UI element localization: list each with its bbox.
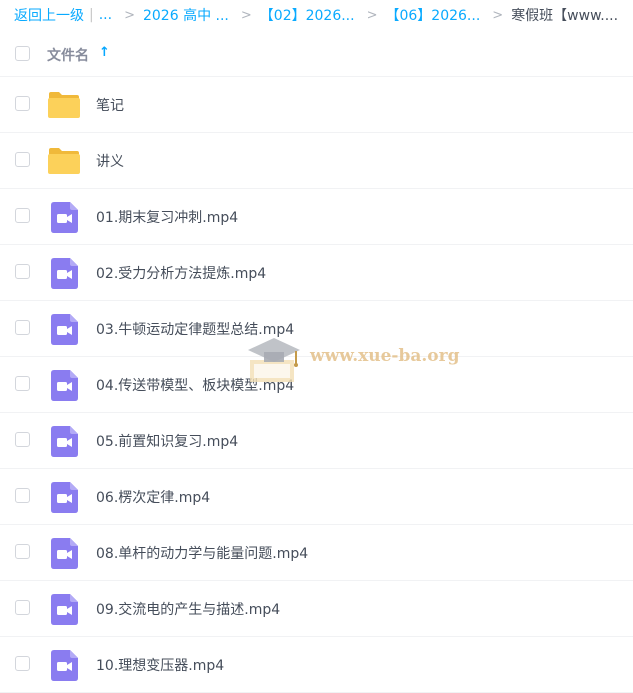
folder-icon xyxy=(47,91,81,119)
row-checkbox[interactable] xyxy=(15,656,30,671)
video-file-icon xyxy=(51,594,78,625)
breadcrumb-current: 寒假班【www.... xyxy=(511,8,619,24)
video-file-icon xyxy=(51,370,78,401)
breadcrumb-item[interactable]: 2026 高中 ... xyxy=(143,5,229,25)
chevron-right-icon: > xyxy=(240,7,252,23)
row-checkbox[interactable] xyxy=(15,376,30,391)
video-file-icon xyxy=(51,538,78,569)
file-row[interactable]: 06.楞次定律.mp4 xyxy=(0,469,633,525)
file-row[interactable]: 04.传送带模型、板块模型.mp4 xyxy=(0,357,633,413)
file-name[interactable]: 10.理想变压器.mp4 xyxy=(96,655,224,675)
select-all-checkbox[interactable] xyxy=(15,46,30,61)
file-name[interactable]: 08.单杆的动力学与能量问题.mp4 xyxy=(96,543,308,563)
file-name[interactable]: 04.传送带模型、板块模型.mp4 xyxy=(96,375,294,395)
file-row[interactable]: 05.前置知识复习.mp4 xyxy=(0,413,633,469)
chevron-right-icon: > xyxy=(366,7,378,23)
row-checkbox[interactable] xyxy=(15,432,30,447)
file-name[interactable]: 05.前置知识复习.mp4 xyxy=(96,431,238,451)
file-row[interactable]: 03.牛顿运动定律题型总结.mp4 xyxy=(0,301,633,357)
row-checkbox[interactable] xyxy=(15,488,30,503)
file-row[interactable]: 笔记 xyxy=(0,77,633,133)
file-list: 笔记讲义 01.期末复习冲刺.mp4 02.受力分析方法提炼.mp4 03.牛顿运动定… xyxy=(0,77,633,693)
row-checkbox[interactable] xyxy=(15,152,30,167)
breadcrumb-divider: | xyxy=(89,7,94,23)
file-name[interactable]: 讲义 xyxy=(96,151,124,171)
file-row[interactable]: 01.期末复习冲刺.mp4 xyxy=(0,189,633,245)
file-row[interactable]: 10.理想变压器.mp4 xyxy=(0,637,633,693)
video-file-icon xyxy=(51,426,78,457)
row-checkbox[interactable] xyxy=(15,600,30,615)
row-checkbox[interactable] xyxy=(15,544,30,559)
column-header-filename[interactable]: 文件名 xyxy=(47,45,89,65)
row-checkbox[interactable] xyxy=(15,264,30,279)
chevron-right-icon: > xyxy=(124,7,135,23)
breadcrumb-item[interactable]: 【02】2026... xyxy=(260,5,355,25)
file-name[interactable]: 06.楞次定律.mp4 xyxy=(96,487,210,507)
breadcrumb: 返回上一级 | ... > 2026 高中 ... > 【02】2026... … xyxy=(0,0,633,30)
video-file-icon xyxy=(51,314,78,345)
file-row[interactable]: 讲义 xyxy=(0,133,633,189)
file-name[interactable]: 笔记 xyxy=(96,95,124,115)
file-row[interactable]: 08.单杆的动力学与能量问题.mp4 xyxy=(0,525,633,581)
video-file-icon xyxy=(51,482,78,513)
video-file-icon xyxy=(51,202,78,233)
breadcrumb-collapsed[interactable]: ... xyxy=(99,7,112,23)
file-row[interactable]: 09.交流电的产生与描述.mp4 xyxy=(0,581,633,637)
video-file-icon xyxy=(51,258,78,289)
row-checkbox[interactable] xyxy=(15,320,30,335)
file-name[interactable]: 09.交流电的产生与描述.mp4 xyxy=(96,599,280,619)
row-checkbox[interactable] xyxy=(15,208,30,223)
file-name[interactable]: 02.受力分析方法提炼.mp4 xyxy=(96,263,266,283)
chevron-right-icon: > xyxy=(492,7,504,23)
row-checkbox[interactable] xyxy=(15,96,30,111)
back-link[interactable]: 返回上一级 xyxy=(14,5,84,25)
file-name[interactable]: 01.期末复习冲刺.mp4 xyxy=(96,207,238,227)
folder-icon xyxy=(47,147,81,175)
file-list-header: 文件名 ↑ xyxy=(0,32,633,77)
file-name[interactable]: 03.牛顿运动定律题型总结.mp4 xyxy=(96,319,294,339)
breadcrumb-item[interactable]: 【06】2026... xyxy=(385,5,480,25)
sort-ascending-icon[interactable]: ↑ xyxy=(99,45,110,60)
file-row[interactable]: 02.受力分析方法提炼.mp4 xyxy=(0,245,633,301)
video-file-icon xyxy=(51,650,78,681)
